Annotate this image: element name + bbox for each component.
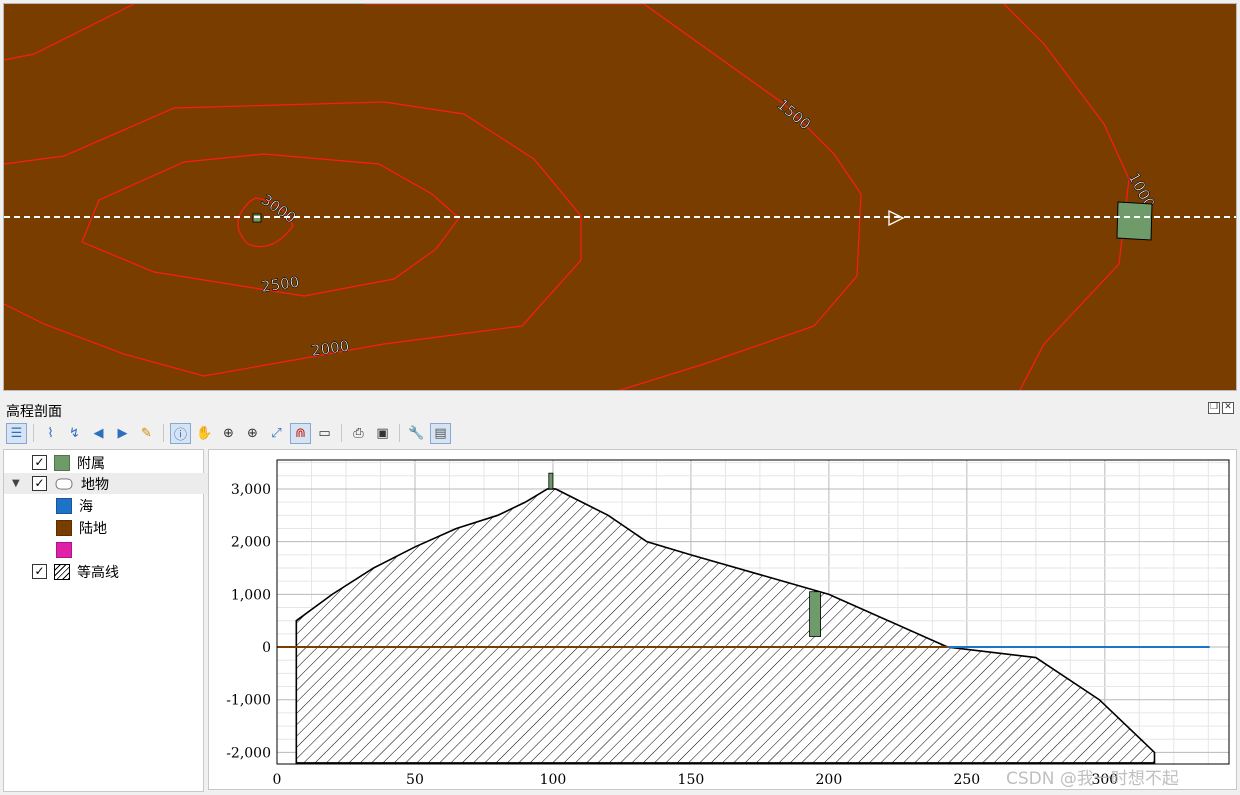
identify-icon[interactable]: ⓘ — [170, 422, 191, 444]
clear-icon[interactable]: ✎ — [136, 423, 157, 444]
panel-title: 高程剖面 — [6, 404, 62, 420]
zoom-in-icon[interactable]: ⊕ — [242, 423, 263, 444]
tree-item-label: 等高线 — [77, 564, 119, 581]
pan-icon[interactable]: ✋ — [194, 423, 215, 444]
export-image-icon[interactable]: ▣ — [372, 423, 393, 444]
zoom-full-icon[interactable]: ⤢ — [266, 423, 287, 444]
toolbar-separator — [163, 424, 164, 442]
panel-splitter[interactable] — [0, 392, 1240, 400]
y-tick-label: -1,000 — [226, 693, 271, 709]
snap-icon[interactable]: ⋒ — [290, 422, 311, 444]
y-tick-label: 3,000 — [231, 482, 271, 498]
map-svg: 3000 2500 2000 1500 1000 — [4, 4, 1236, 390]
restore-icon[interactable]: ❐ — [1208, 402, 1220, 414]
x-tick-label: 100 — [540, 772, 567, 788]
toolbar-separator — [341, 424, 342, 442]
y-tick-label: 1,000 — [231, 587, 271, 603]
capture-line-icon[interactable]: ⌇ — [40, 423, 61, 444]
x-tick-label: 250 — [953, 772, 980, 788]
layer-tree-icon[interactable]: ☰ — [6, 422, 27, 444]
close-icon[interactable]: ✕ — [1222, 402, 1234, 414]
export-pdf-icon[interactable]: ⎙ — [348, 423, 369, 444]
hatch-icon — [54, 563, 70, 580]
settings-icon[interactable]: 🔧 — [406, 423, 427, 444]
x-tick-label: 150 — [678, 772, 705, 788]
tree-item-features[interactable]: ▼ ✓ 地物 — [4, 473, 209, 494]
legend-swatch — [56, 497, 72, 514]
y-axis: -2,000 -1,000 0 1,000 2,000 3,000 — [226, 482, 271, 761]
capture-curve-icon[interactable]: ↯ — [64, 423, 85, 444]
legend-swatch — [56, 519, 72, 536]
x-axis: 0 50 100 150 200 250 300 — [273, 772, 1119, 788]
tree-item-contours[interactable]: ✓ 等高线 — [4, 561, 229, 582]
zoom-x-icon[interactable]: ⊕ — [218, 423, 239, 444]
panel-controls: ❐ ✕ — [1208, 402, 1234, 414]
legend-swatch — [56, 541, 72, 558]
y-tick-label: -2,000 — [226, 745, 271, 761]
profile-toolbar: ☰ ⌇ ↯ ◀ ▶ ✎ ⓘ ✋ ⊕ ⊕ ⤢ ⋒ ▭ ⎙ ▣ 🔧 ▤ — [6, 421, 451, 445]
tree-item-outbuilding[interactable]: ✓ 附属 — [4, 452, 229, 473]
chevron-down-icon[interactable]: ▼ — [12, 478, 22, 489]
tree-item-label: 陆地 — [79, 520, 107, 537]
elevation-profile-chart[interactable]: 0 50 100 150 200 250 300 -2,000 -1,000 0 1,000 2,0… — [208, 449, 1237, 790]
layer-checkbox[interactable]: ✓ — [32, 476, 47, 491]
legend-swatch — [54, 454, 70, 471]
map-canvas[interactable]: 3000 2500 2000 1500 1000 — [3, 3, 1237, 391]
y-tick-label: 0 — [262, 640, 271, 656]
options-icon[interactable]: ▤ — [430, 422, 451, 444]
outbuilding-bar — [548, 472, 554, 490]
tree-item-label: 附属 — [77, 455, 105, 472]
toolbar-separator — [33, 424, 34, 442]
toolbar-separator — [399, 424, 400, 442]
tree-item-label: 海 — [79, 498, 93, 515]
layer-checkbox[interactable]: ✓ — [32, 455, 47, 470]
outbuilding-feature[interactable] — [1116, 201, 1153, 241]
outbuilding-bar — [809, 591, 822, 637]
polygon-layer-icon — [54, 476, 74, 492]
x-tick-label: 50 — [406, 772, 424, 788]
measure-icon[interactable]: ▭ — [314, 423, 335, 444]
profile-chart-svg: 0 50 100 150 200 250 300 -2,000-1,00001,0002,0… — [226, 459, 1230, 788]
x-tick-label: 200 — [816, 772, 843, 788]
chart-plot — [277, 472, 1210, 764]
profile-layer-tree: ✓ 附属 ▼ ✓ 地物 海 陆地 ✓ 等高线 — [3, 449, 209, 792]
x-tick-label: 0 — [273, 772, 282, 788]
nudge-right-icon[interactable]: ▶ — [112, 423, 133, 444]
layer-checkbox[interactable]: ✓ — [32, 564, 47, 579]
watermark: CSDN @我一时想不起 — [1006, 769, 1179, 789]
tree-item-label: 地物 — [81, 476, 109, 493]
land-area — [4, 4, 1236, 390]
y-tick-label: 2,000 — [231, 535, 271, 551]
nudge-left-icon[interactable]: ◀ — [88, 423, 109, 444]
